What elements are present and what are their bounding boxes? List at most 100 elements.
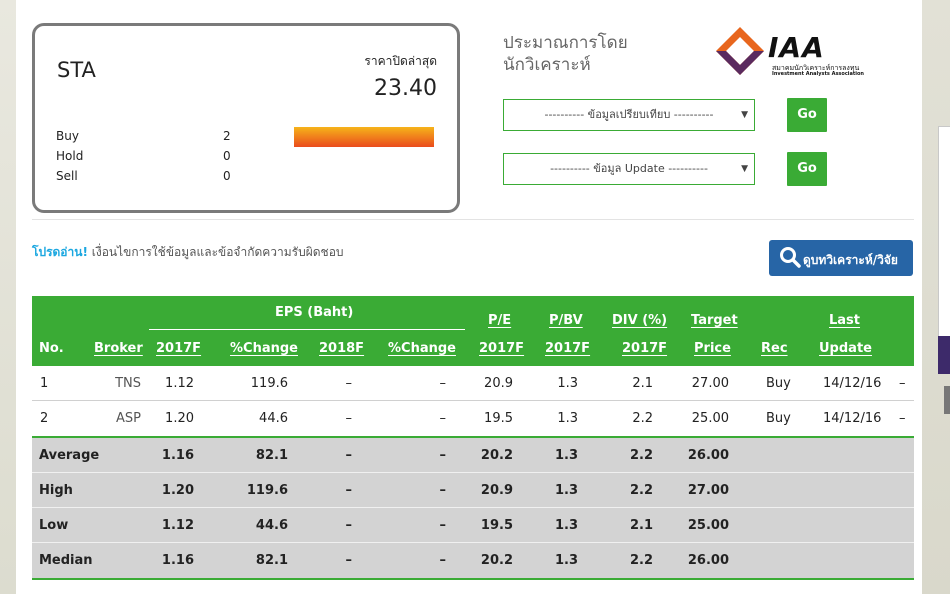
update-data-select[interactable]: ---------- ข้อมูล Update ---------- ▼	[503, 153, 755, 185]
stat-change-2: –	[439, 518, 447, 533]
header-update: Update	[819, 341, 872, 356]
stat-label: Low	[39, 518, 69, 533]
header-change-1: %Change	[230, 341, 298, 356]
stat-pe: 19.5	[480, 518, 513, 533]
stat-eps-2017: 1.16	[161, 553, 194, 568]
disclaimer[interactable]: โปรดอ่าน! เงื่อนไขการใช้ข้อมูลและข้อจำกั…	[32, 243, 344, 262]
chevron-down-icon: ▼	[741, 164, 748, 174]
stat-eps-2017: 1.20	[161, 483, 194, 498]
cell-no: 1	[40, 376, 49, 391]
side-panel-edge	[938, 126, 950, 338]
cell-change-2: –	[439, 376, 447, 391]
page-background-left	[0, 0, 16, 594]
stat-target: 27.00	[687, 483, 729, 498]
disclaimer-link[interactable]: เงื่อนไขการใช้ข้อมูลและข้อจำกัดความรับผิ…	[92, 245, 344, 259]
update-select-value: ---------- ข้อมูล Update ----------	[550, 162, 708, 175]
stat-change-2: –	[439, 553, 447, 568]
iaa-logo-english: Investment Analysts Association	[772, 71, 864, 77]
header-last: Last	[829, 313, 861, 328]
cell-no: 2	[40, 411, 49, 426]
table-header: EPS (Baht) P/E P/BV DIV (%) Target Last …	[32, 296, 914, 366]
stats-row-low: Low 1.12 44.6 – – 19.5 1.3 2.1 25.00	[32, 508, 914, 543]
update-go-button[interactable]: Go	[787, 152, 827, 186]
cell-rec: Buy	[766, 411, 791, 426]
header-eps-rule	[149, 329, 465, 330]
broker-estimates-table: EPS (Baht) P/E P/BV DIV (%) Target Last …	[32, 296, 914, 580]
header-pe-2017: 2017F	[479, 341, 525, 356]
iaa-logo: IAA สมาคมนักวิเคราะห์การลงทุน Investment…	[714, 23, 864, 83]
header-no: No.	[39, 341, 64, 356]
table-bottom-rule	[32, 578, 914, 580]
stat-eps-2018: –	[345, 518, 353, 533]
last-close-value: 23.40	[374, 76, 437, 101]
estimates-title-line1: ประมาณการโดย	[503, 33, 628, 53]
rating-buy-label: Buy	[56, 129, 79, 143]
cell-div: 2.2	[632, 411, 653, 426]
compare-select-value: ---------- ข้อมูลเปรียบเทียบ ----------	[544, 108, 714, 121]
compare-data-select[interactable]: ---------- ข้อมูลเปรียบเทียบ ---------- …	[503, 99, 755, 131]
side-banner-edge-2	[944, 386, 950, 414]
header-eps: EPS (Baht)	[275, 305, 354, 320]
rating-hold-label: Hold	[56, 149, 84, 163]
stats-row-average: Average 1.16 82.1 – – 20.2 1.3 2.2 26.00	[32, 438, 914, 473]
rating-sell-count: 0	[223, 169, 231, 183]
header-price: Price	[694, 341, 731, 356]
header-eps-2017: 2017F	[156, 341, 202, 356]
disclaimer-prefix: โปรดอ่าน!	[32, 245, 88, 259]
cell-change-1: 44.6	[259, 411, 288, 426]
page-background-right	[922, 0, 950, 594]
stat-target: 25.00	[687, 518, 729, 533]
consensus-summary-card: STA ราคาปิดล่าสุด 23.40 Buy 2 Hold 0 Sel…	[32, 23, 460, 213]
cell-pe: 20.9	[484, 376, 513, 391]
cell-eps-2017: 1.20	[165, 411, 194, 426]
iaa-logo-mark-icon	[716, 27, 764, 75]
cell-extra: –	[899, 376, 906, 391]
stat-pbv: 1.3	[554, 448, 578, 463]
rating-sell-label: Sell	[56, 169, 78, 183]
cell-div: 2.1	[632, 376, 653, 391]
stat-eps-2017: 1.16	[161, 448, 194, 463]
cell-eps-2018: –	[345, 376, 353, 391]
table-row: 2 ASP 1.20 44.6 – – 19.5 1.3 2.2 25.00 B…	[32, 401, 914, 436]
cell-extra: –	[899, 411, 906, 426]
cell-pbv: 1.3	[557, 411, 578, 426]
cell-broker: ASP	[116, 411, 141, 426]
chevron-down-icon: ▼	[741, 110, 748, 120]
stat-pbv: 1.3	[554, 553, 578, 568]
estimates-title-line2: นักวิเคราะห์	[503, 55, 591, 75]
cell-change-1: 119.6	[250, 376, 288, 391]
stat-label: Median	[39, 553, 93, 568]
stock-symbol: STA	[57, 58, 96, 82]
table-row: 1 TNS 1.12 119.6 – – 20.9 1.3 2.1 27.00 …	[32, 366, 914, 401]
stat-label: High	[39, 483, 73, 498]
rating-gradient-bar	[294, 127, 434, 147]
search-icon	[780, 247, 801, 268]
stat-div: 2.2	[629, 553, 653, 568]
last-close-label: ราคาปิดล่าสุด	[364, 54, 437, 68]
stat-pbv: 1.3	[554, 483, 578, 498]
cell-target: 27.00	[691, 376, 729, 391]
stat-pbv: 1.3	[554, 518, 578, 533]
cell-target: 25.00	[691, 411, 729, 426]
header-pbv-2017: 2017F	[545, 341, 591, 356]
view-research-button[interactable]: ดูบทวิเคราะห์/วิจัย	[769, 240, 913, 276]
stat-target: 26.00	[687, 448, 729, 463]
header-change-2: %Change	[388, 341, 456, 356]
rating-buy-count: 2	[223, 129, 231, 143]
stat-change-1: 44.6	[255, 518, 288, 533]
stat-pe: 20.2	[480, 553, 513, 568]
stat-eps-2018: –	[345, 448, 353, 463]
header-broker: Broker	[94, 341, 143, 356]
compare-go-button[interactable]: Go	[787, 98, 827, 132]
header-pbv: P/BV	[549, 313, 583, 328]
cell-change-2: –	[439, 411, 447, 426]
stat-change-1: 119.6	[246, 483, 288, 498]
stat-pe: 20.2	[480, 448, 513, 463]
cell-pbv: 1.3	[557, 376, 578, 391]
cell-eps-2017: 1.12	[165, 376, 194, 391]
stat-div: 2.2	[629, 448, 653, 463]
side-banner-edge	[938, 336, 950, 374]
cell-rec: Buy	[766, 376, 791, 391]
stat-change-1: 82.1	[255, 553, 288, 568]
stat-change-2: –	[439, 483, 447, 498]
